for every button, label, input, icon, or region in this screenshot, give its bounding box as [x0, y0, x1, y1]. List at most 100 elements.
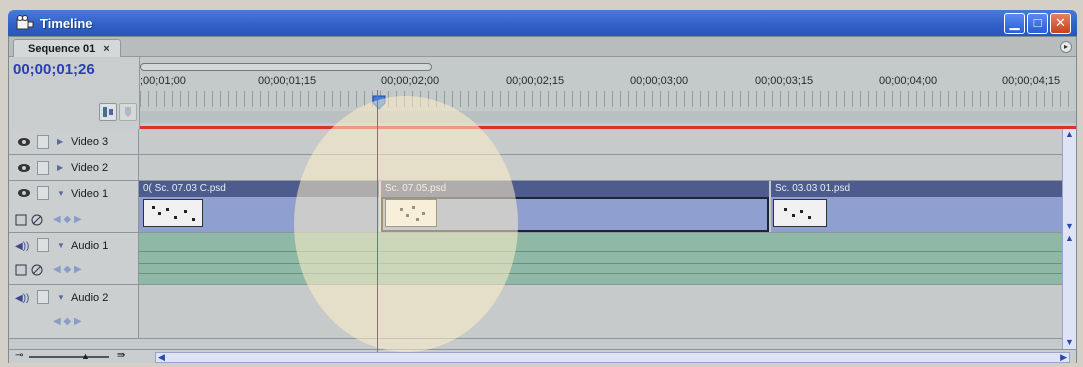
scroll-left-icon[interactable]: ◀: [158, 352, 165, 363]
eye-icon[interactable]: [17, 163, 31, 173]
horizontal-scrollbar[interactable]: ◀ ▶: [155, 352, 1070, 363]
lock-toggle[interactable]: [37, 290, 49, 304]
panel-menu-button[interactable]: ▸: [1060, 41, 1072, 53]
lock-toggle[interactable]: [37, 135, 49, 149]
lock-toggle[interactable]: [37, 186, 49, 200]
ruler-label: ;00;01;00: [140, 75, 186, 87]
zoom-out-icon[interactable]: ⊸: [15, 350, 23, 361]
ruler-label: 00;00;04;00: [879, 75, 938, 87]
collapse-triangle-icon[interactable]: ▼: [57, 241, 65, 250]
scroll-right-icon[interactable]: ▶: [1060, 352, 1067, 363]
expand-triangle-icon[interactable]: ▶: [57, 163, 63, 172]
clip-thumbnail: [143, 199, 203, 227]
clip-label: 0( Sc. 07.03 C.psd: [139, 181, 379, 197]
tab-label: Sequence 01: [28, 42, 96, 55]
work-area-bar[interactable]: [140, 111, 1076, 123]
track-area: ▶ Video 3 ▶ Video 2 ▼ Video 1 ◀ ◆ ▶ 0(S…: [9, 129, 1076, 349]
track-lane[interactable]: [139, 285, 1062, 338]
scroll-down-icon[interactable]: ▼: [1064, 221, 1075, 233]
snap-icon: [103, 107, 113, 117]
track-header: ◀)) ▼ Audio 2 ◀ ◆ ▶: [9, 285, 139, 338]
ruler-label: 00;00;04;15: [1002, 75, 1061, 87]
clip-label: Sc. 07.05.psd: [381, 181, 769, 197]
video-vertical-scrollbar[interactable]: ▲ ▼: [1062, 129, 1076, 233]
current-timecode[interactable]: 00;00;01;26: [13, 61, 95, 78]
clip[interactable]: Sc. 03.03 01.psd: [771, 181, 1062, 232]
track-lane[interactable]: [139, 129, 1062, 154]
window-titlebar: Timeline ▁ □ ✕: [8, 10, 1077, 36]
track-video-3: ▶ Video 3: [9, 129, 1076, 155]
audio-waveform: [139, 263, 1062, 264]
track-lane[interactable]: 0( Sc. 07.03 C.psd Sc. 07.05.psd Sc. 03.…: [139, 181, 1062, 232]
ruler-label: 00;00;03;00: [630, 75, 689, 87]
maximize-button[interactable]: □: [1027, 13, 1048, 34]
time-ruler[interactable]: ;00;01;00 00;00;01;15 00;00;02;00 00;00;…: [139, 57, 1076, 129]
ruler-label: 00;00;02;00: [381, 75, 440, 87]
film-icon: [16, 15, 34, 31]
playhead-line[interactable]: [377, 90, 378, 352]
clip-thumbnail: [385, 199, 437, 227]
collapse-triangle-icon[interactable]: ▼: [57, 189, 65, 198]
marker-icon: [125, 107, 131, 117]
viewing-area-bar[interactable]: [140, 63, 432, 71]
scroll-up-icon[interactable]: ▲: [1064, 233, 1075, 245]
window-title: Timeline: [40, 15, 93, 31]
close-button[interactable]: ✕: [1050, 13, 1071, 34]
track-video-1: ▼ Video 1 ◀ ◆ ▶ 0( Sc. 07.03 C.psd Sc. 0…: [9, 181, 1076, 233]
audio-vertical-scrollbar[interactable]: ▲ ▼: [1062, 233, 1076, 349]
tab-sequence-01[interactable]: Sequence 01 ×: [13, 39, 121, 57]
set-marker-button[interactable]: [119, 103, 137, 121]
snap-button[interactable]: [99, 103, 117, 121]
clip[interactable]: 0( Sc. 07.03 C.psd: [139, 181, 379, 232]
audio-waveform: [139, 251, 1062, 252]
track-name: Video 1: [71, 188, 109, 200]
waveform-display-icon[interactable]: [15, 263, 55, 277]
clip-label: Sc. 03.03 01.psd: [771, 181, 1062, 197]
track-header: ▶ Video 2: [9, 155, 139, 180]
track-name: Audio 1: [71, 240, 109, 252]
speaker-icon[interactable]: ◀)): [15, 241, 29, 252]
ruler-label: 00;00;03;15: [755, 75, 814, 87]
track-lane[interactable]: [139, 155, 1062, 180]
clip-body: [381, 197, 769, 232]
minimize-button[interactable]: ▁: [1004, 13, 1025, 34]
track-audio-1: ◀)) ▼ Audio 1 ◀ ◆ ▶: [9, 233, 1076, 285]
speaker-icon[interactable]: ◀)): [15, 293, 29, 304]
zoom-in-icon[interactable]: ⇛: [117, 350, 125, 361]
timeline-panel: Sequence 01 × ▸ 00;00;01;26 ;00;01;00 00…: [8, 36, 1077, 363]
scroll-down-icon[interactable]: ▼: [1064, 337, 1075, 349]
ruler-label: 00;00;01;15: [258, 75, 317, 87]
track-lane[interactable]: [139, 233, 1062, 284]
zoom-slider[interactable]: [29, 356, 109, 358]
zoom-slider-knob[interactable]: ▲: [81, 351, 90, 361]
minimize-icon: ▁: [1009, 15, 1020, 30]
track-audio-2: ◀)) ▼ Audio 2 ◀ ◆ ▶: [9, 285, 1076, 339]
timeline-header: 00;00;01;26 ;00;01;00 00;00;01;15 00;00;…: [9, 57, 1076, 129]
keyframe-nav-icon[interactable]: ◀ ◆ ▶: [53, 264, 82, 275]
track-name: Audio 2: [71, 292, 109, 304]
lock-toggle[interactable]: [37, 161, 49, 175]
display-style-icon[interactable]: [15, 213, 55, 227]
clip-thumbnail: [773, 199, 827, 227]
scroll-up-icon[interactable]: ▲: [1064, 129, 1075, 141]
maximize-icon: □: [1033, 15, 1042, 30]
clip[interactable]: Sc. 07.05.psd: [381, 181, 769, 232]
track-header: ▼ Video 1 ◀ ◆ ▶: [9, 181, 139, 232]
bottom-bar: ⊸ ▲ ⇛ ◀ ▶: [9, 349, 1076, 363]
keyframe-nav-icon[interactable]: ◀ ◆ ▶: [53, 316, 82, 327]
eye-icon[interactable]: [17, 137, 31, 147]
ruler-label: 00;00;02;15: [506, 75, 565, 87]
ruler-ticks: [140, 91, 1076, 107]
close-icon: ✕: [1055, 15, 1066, 30]
playhead-icon[interactable]: [372, 95, 386, 111]
track-name: Video 2: [71, 162, 109, 174]
lock-toggle[interactable]: [37, 238, 49, 252]
expand-triangle-icon[interactable]: ▶: [57, 137, 63, 146]
track-header: ▶ Video 3: [9, 129, 139, 154]
eye-icon[interactable]: [17, 188, 31, 198]
tab-close-icon[interactable]: ×: [103, 43, 109, 55]
track-header: ◀)) ▼ Audio 1 ◀ ◆ ▶: [9, 233, 139, 284]
keyframe-nav-icon[interactable]: ◀ ◆ ▶: [53, 214, 82, 225]
collapse-triangle-icon[interactable]: ▼: [57, 293, 65, 302]
track-name: Video 3: [71, 136, 109, 148]
